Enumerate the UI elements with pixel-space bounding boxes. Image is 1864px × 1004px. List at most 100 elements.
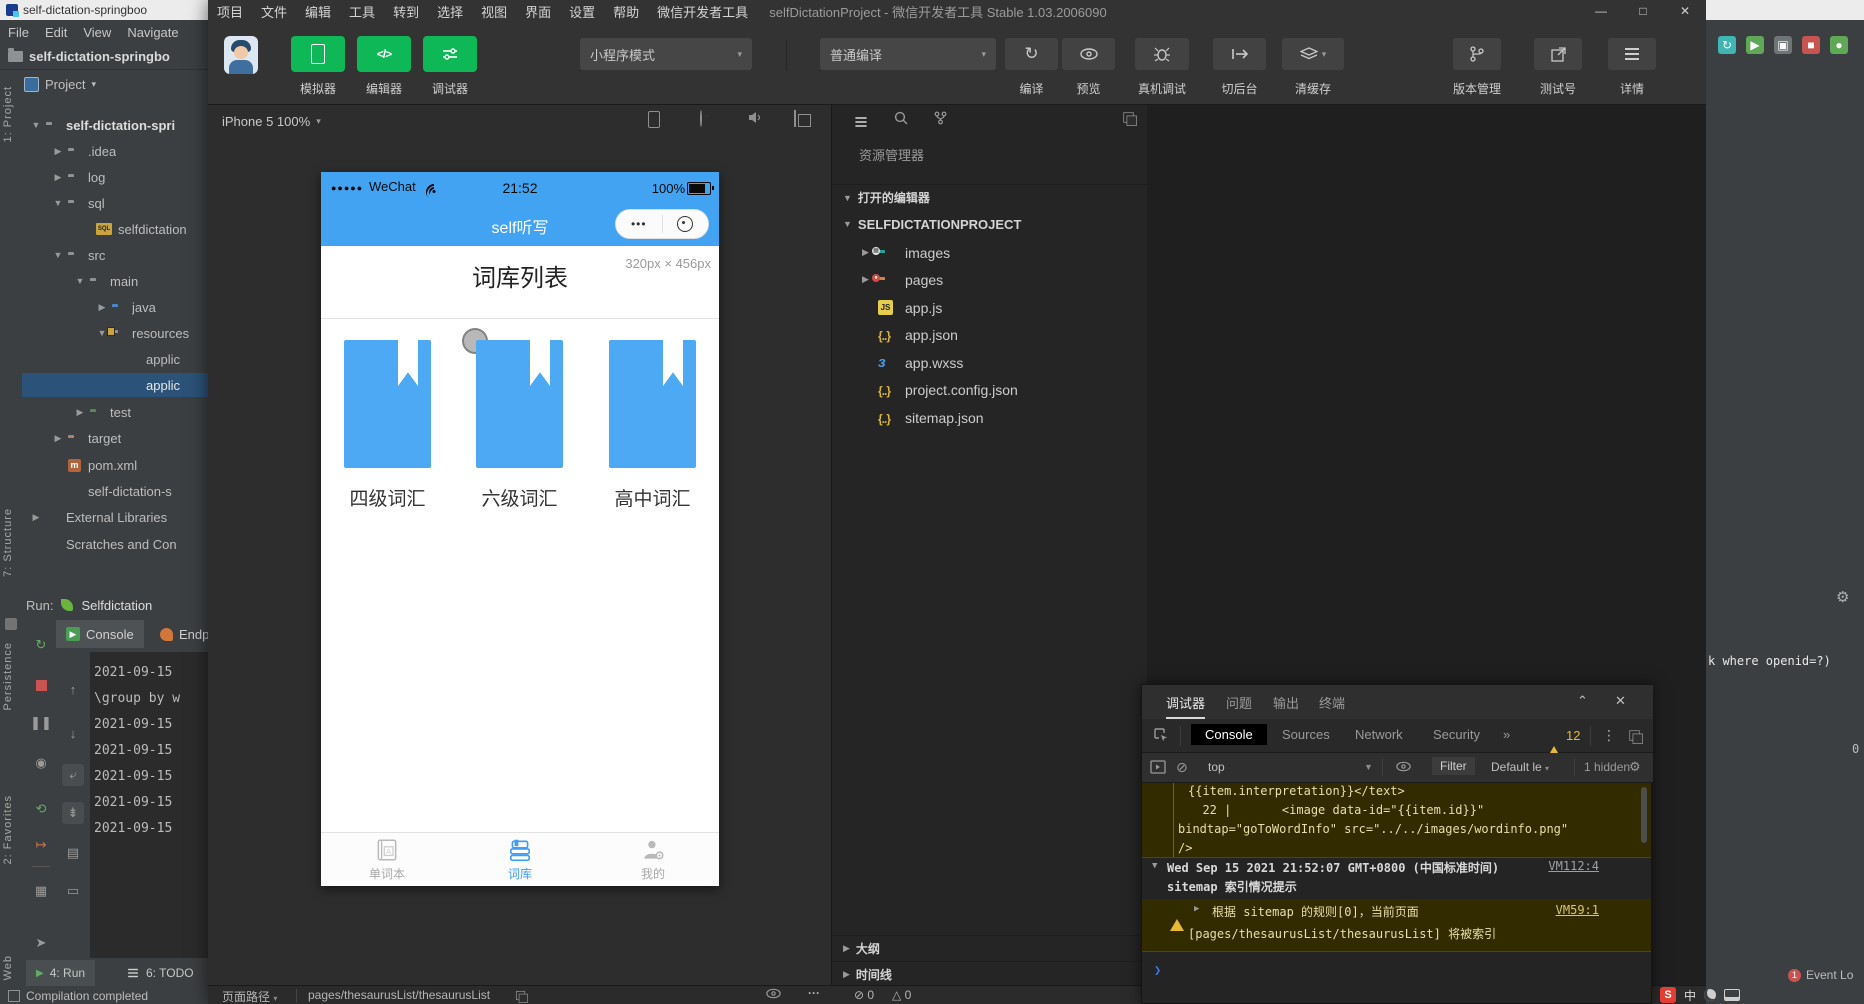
idea-menu-edit[interactable]: Edit — [45, 25, 67, 40]
keyboard-icon[interactable] — [1724, 989, 1740, 1001]
thesaurus-card-highschool[interactable] — [609, 340, 696, 468]
devtools-tab-security[interactable]: Security — [1433, 727, 1480, 742]
idea-toolbar-icon-build[interactable]: ▣ — [1774, 36, 1792, 54]
tree-item-application-1[interactable]: applic — [22, 347, 208, 371]
gear-icon[interactable]: ⚙ — [1836, 588, 1849, 606]
expand-arrow[interactable]: ▼ — [74, 276, 86, 286]
version-control-button[interactable] — [1453, 38, 1501, 70]
split-panel-icon[interactable] — [1122, 111, 1135, 127]
minimize-button[interactable]: — — [1580, 0, 1622, 22]
file-row-appjson[interactable]: {..}app.json — [832, 321, 1147, 348]
devtools-tab-network[interactable]: Network — [1355, 727, 1403, 742]
pause-button[interactable]: ❚❚ — [30, 712, 52, 734]
moon-icon[interactable] — [1704, 989, 1716, 1001]
expand-arrow[interactable]: ▼ — [52, 250, 64, 260]
file-row-images[interactable]: ▶▦images — [832, 239, 1147, 266]
expand-arrow[interactable]: ▼ — [1152, 861, 1157, 871]
idea-menu-view[interactable]: View — [83, 25, 111, 40]
tab-wordbook[interactable]: A 单词本 — [347, 837, 427, 882]
current-page-path[interactable]: pages/thesaurusList/thesaurusList — [308, 988, 490, 1002]
thesaurus-card-cet4[interactable] — [344, 340, 431, 468]
devtools-tab-sources[interactable]: Sources — [1282, 727, 1330, 742]
test-account-button[interactable] — [1534, 38, 1582, 70]
activity-icon[interactable] — [1150, 760, 1166, 777]
scroll-to-end-button[interactable]: ⇟ — [62, 802, 84, 824]
print-button[interactable]: ▤ — [62, 842, 84, 864]
idea-toolbar-icon-refresh[interactable]: ↻ — [1718, 36, 1736, 54]
list-icon[interactable] — [854, 111, 868, 126]
copy-icon[interactable] — [514, 989, 527, 1004]
dock-icon[interactable] — [1628, 729, 1641, 747]
warning-counter[interactable]: △ 0 — [892, 988, 911, 1002]
clear-cache-button[interactable]: ▾ — [1282, 38, 1344, 70]
idea-breadcrumb[interactable]: self-dictation-springbo — [0, 44, 208, 70]
down-stack-button[interactable]: ↓ — [62, 722, 84, 744]
stripe-web[interactable]: Web — [2, 955, 14, 980]
device-selector[interactable]: iPhone 5 100% ▾ — [222, 111, 321, 131]
tree-item-main[interactable]: ▼main — [22, 269, 208, 293]
run-config-name[interactable]: Selfdictation — [81, 598, 152, 613]
exit-button[interactable]: ↦ — [30, 834, 52, 856]
pin-button[interactable]: ➤ — [30, 932, 52, 954]
open-editors-section[interactable]: ▼打开的编辑器 — [832, 184, 1147, 210]
idea-toolbar-icon-stop[interactable]: ■ — [1802, 36, 1820, 54]
tree-item-test[interactable]: ▶test — [22, 400, 208, 424]
more-icon[interactable]: ··· — [808, 986, 820, 1000]
screenshot-icon[interactable] — [794, 111, 796, 126]
thread-dump-button[interactable]: ◉ — [30, 752, 52, 774]
tab-profile[interactable]: 我的 — [613, 837, 693, 882]
idea-menu-navigate[interactable]: Navigate — [127, 25, 178, 40]
more-icon[interactable]: ••• — [616, 217, 662, 231]
tree-item-external-libraries[interactable]: ▶External Libraries — [22, 505, 208, 529]
idea-toolbar-icon-run[interactable]: ▶ — [1746, 36, 1764, 54]
editor-toggle-button[interactable]: </> — [357, 36, 411, 72]
tree-item-resources[interactable]: ▼resources — [22, 321, 208, 345]
outline-section[interactable]: ▶大纲 — [832, 935, 1147, 961]
page-path-label[interactable]: 页面路径 ▾ — [222, 988, 277, 1004]
restart-button[interactable]: ⟲ — [30, 798, 52, 820]
error-counter[interactable]: ⊘ 0 — [854, 988, 874, 1002]
tree-item-log[interactable]: ▶log — [22, 165, 208, 189]
devtools-tab-console[interactable]: Console — [1191, 724, 1267, 745]
capsule-menu[interactable]: ••• — [615, 209, 709, 239]
tree-item-src[interactable]: ▼src — [22, 243, 208, 267]
ime-language[interactable]: 中 — [1684, 987, 1696, 1004]
stripe-icon[interactable] — [5, 618, 17, 630]
menu-file[interactable]: 文件 — [252, 2, 296, 21]
expand-arrow[interactable]: ▶ — [1194, 904, 1199, 914]
file-row-sitemap[interactable]: {..}sitemap.json — [832, 404, 1147, 431]
tab-thesaurus-active[interactable]: 词库 — [480, 837, 560, 882]
filter-input[interactable]: Filter — [1432, 757, 1475, 775]
menu-goto[interactable]: 转到 — [384, 2, 428, 21]
tab-output[interactable]: 输出 — [1273, 693, 1299, 712]
menu-select[interactable]: 选择 — [428, 2, 472, 21]
stop-button[interactable] — [30, 674, 52, 696]
remote-debug-button[interactable] — [1135, 38, 1189, 70]
tab-debugger[interactable]: 调试器 — [1166, 693, 1205, 719]
scrollbar[interactable] — [1641, 787, 1647, 843]
expand-arrow[interactable]: ▼ — [30, 120, 42, 130]
tree-item-root[interactable]: ▼self-dictation-spri — [22, 113, 208, 137]
clear-console-icon[interactable]: ⊘ — [1176, 759, 1188, 776]
mode-select[interactable]: 小程序模式▾ — [580, 38, 752, 70]
timeline-section[interactable]: ▶时间线 — [832, 961, 1147, 987]
tool-tab-todo[interactable]: 6: TODO — [116, 960, 204, 986]
context-select[interactable]: top — [1208, 760, 1225, 774]
thesaurus-card-cet6[interactable] — [476, 340, 563, 468]
eye-icon[interactable] — [766, 988, 781, 1002]
avatar[interactable] — [224, 36, 258, 74]
idea-menu-file[interactable]: File — [8, 25, 29, 40]
tree-item-selfdictation-sql[interactable]: SQLselfdictation — [22, 217, 208, 241]
details-button[interactable] — [1608, 38, 1656, 70]
git-fork-icon[interactable] — [934, 111, 947, 128]
simulator-toggle-button[interactable] — [291, 36, 345, 72]
console-output[interactable]: {{item.interpretation}}</text> 22 | <ima… — [1142, 783, 1651, 1003]
live-expression-eye-icon[interactable] — [1396, 761, 1411, 775]
maximize-button[interactable]: □ — [1622, 0, 1664, 22]
inspector-toggle-button[interactable] — [423, 36, 477, 72]
warning-icon[interactable] — [1547, 729, 1561, 747]
console-prompt[interactable]: ❯ — [1154, 963, 1161, 977]
up-stack-button[interactable]: ↑ — [62, 678, 84, 700]
sogou-icon[interactable]: S — [1660, 987, 1676, 1003]
expand-arrow[interactable]: ▶ — [52, 433, 64, 444]
